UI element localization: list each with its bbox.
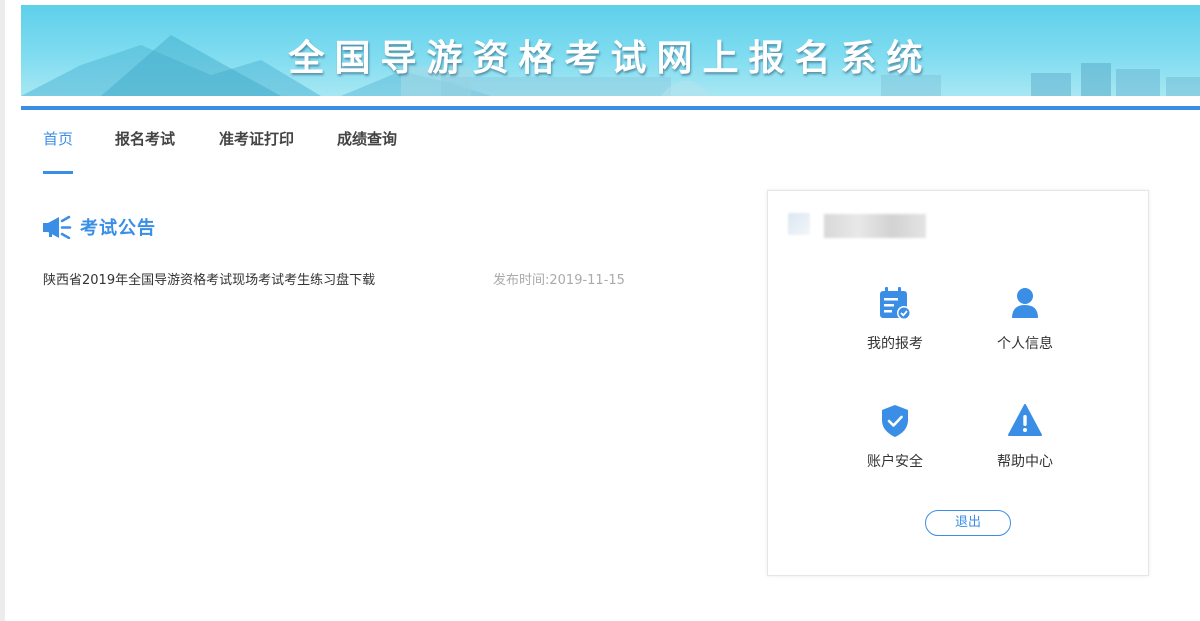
announcement-item: 陕西省2019年全国导游资格考试现场考试考生练习盘下载 发布时间:2019-11…: [43, 269, 643, 288]
header-banner: 全国导游资格考试网上报名系统: [21, 5, 1200, 96]
calendar-check-icon: [880, 287, 911, 320]
menu-account-security[interactable]: 账户安全: [840, 403, 950, 483]
announcement-header: 考试公告: [42, 214, 156, 240]
shield-check-icon: [882, 405, 908, 437]
menu-personal-info[interactable]: 个人信息: [970, 285, 1080, 365]
warning-triangle-icon: [1008, 404, 1042, 436]
banner-divider: [21, 106, 1200, 110]
megaphone-icon: [43, 215, 72, 239]
menu-label: 帮助中心: [997, 454, 1053, 470]
nav-tab-home[interactable]: 首页: [43, 128, 73, 163]
user-name-redacted: [824, 214, 926, 238]
menu-label: 个人信息: [997, 336, 1053, 352]
user-panel: 我的报考 个人信息 账户安全 帮助中心 退出: [767, 190, 1149, 576]
nav-tab-register-exam[interactable]: 报名考试: [115, 128, 175, 163]
menu-label: 账户安全: [867, 454, 923, 470]
logout-button[interactable]: 退出: [925, 510, 1011, 536]
nav-active-indicator: [43, 171, 73, 174]
page-left-border: [0, 0, 5, 621]
announcement-date: 发布时间:2019-11-15: [493, 273, 625, 288]
announcement-link[interactable]: 陕西省2019年全国导游资格考试现场考试考生练习盘下载: [43, 269, 375, 288]
nav-tab-admission-ticket[interactable]: 准考证打印: [219, 128, 294, 163]
menu-help-center[interactable]: 帮助中心: [970, 403, 1080, 483]
banner-title: 全国导游资格考试网上报名系统: [288, 38, 933, 79]
menu-label: 我的报考: [867, 336, 923, 352]
nav-tab-score-query[interactable]: 成绩查询: [337, 128, 397, 163]
user-icon: [1012, 288, 1038, 318]
announcement-title: 考试公告: [80, 218, 156, 239]
menu-my-registration[interactable]: 我的报考: [840, 285, 950, 365]
user-avatar: [788, 213, 810, 235]
